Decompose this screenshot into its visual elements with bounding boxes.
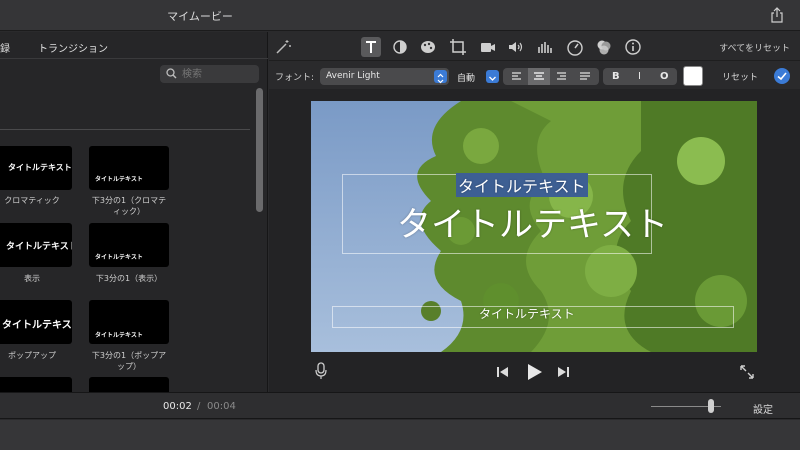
bold-button[interactable]: B	[612, 71, 620, 82]
chevron-down-icon	[486, 70, 499, 83]
volume-icon[interactable]	[506, 37, 526, 57]
font-size-value: 自動	[457, 74, 476, 84]
title-thumb-chromatic[interactable]: タイトルテキスト	[0, 146, 72, 190]
browser-tabs: 録 トランジション	[0, 32, 268, 59]
title-text-large[interactable]: タイトルテキスト	[397, 197, 668, 246]
skip-forward-icon[interactable]	[556, 364, 572, 380]
search-icon	[166, 68, 177, 79]
thumb-text: タイトルテキスト	[6, 242, 72, 252]
align-justify-button[interactable]	[574, 68, 596, 85]
align-right-button[interactable]	[551, 68, 573, 85]
align-left-icon	[512, 72, 521, 80]
title-text-lower[interactable]: タイトルテキスト	[479, 305, 575, 322]
time-separator: /	[197, 401, 201, 412]
browser-scrollbar[interactable]	[256, 88, 263, 212]
title-thumb-lower-third-chromatic[interactable]: タイトルテキスト	[89, 146, 169, 190]
crop-icon[interactable]	[448, 37, 468, 57]
font-value: Avenir Light	[326, 71, 380, 81]
thumb-text: タイトルテキスト	[95, 254, 143, 261]
microphone-icon[interactable]	[314, 362, 328, 380]
tab-transitions[interactable]: トランジション	[38, 40, 108, 55]
checkmark-icon	[777, 72, 787, 81]
thumb-text: タイトルテキス	[2, 320, 72, 331]
align-left-button[interactable]	[505, 68, 527, 85]
info-icon[interactable]	[623, 37, 643, 57]
zoom-slider-knob[interactable]	[708, 399, 714, 413]
title-thumb-reveal[interactable]: タイトルテキスト	[0, 223, 72, 267]
content-browser: 録 トランジション タイトルテキスト クロマティック タイトルテキスト 下3分の…	[0, 32, 268, 397]
title-label: クロマティック	[4, 196, 60, 205]
stabilization-icon[interactable]	[477, 37, 497, 57]
equalizer-icon[interactable]	[535, 37, 555, 57]
apply-checkmark-button[interactable]	[774, 68, 790, 84]
title-thumb-popup[interactable]: タイトルテキス	[0, 300, 72, 344]
play-icon[interactable]	[524, 362, 544, 382]
font-label: フォント:	[275, 73, 315, 83]
title-bar: マイムービー	[0, 0, 800, 31]
title-thumb-lower-third-popup[interactable]: タイトルテキスト	[89, 300, 169, 344]
align-center-button[interactable]	[528, 68, 550, 85]
title-text-small[interactable]: タイトルテキスト	[456, 173, 588, 197]
window-title: マイムービー	[167, 10, 233, 23]
fullscreen-icon[interactable]	[739, 364, 755, 380]
outline-button[interactable]: O	[660, 71, 669, 82]
settings-button[interactable]: 設定	[753, 401, 773, 416]
current-time: 00:02	[163, 401, 192, 412]
thumb-text: タイトルテキスト	[95, 332, 143, 339]
text-color-well[interactable]	[683, 66, 703, 86]
filter-icon[interactable]	[594, 37, 614, 57]
italic-button[interactable]: I	[638, 71, 641, 82]
title-thumb-lower-third-reveal[interactable]: タイトルテキスト	[89, 223, 169, 267]
color-correction-icon[interactable]	[418, 37, 438, 57]
tab-titles[interactable]: 録	[0, 40, 10, 55]
timecode-bar: 00:02 / 00:04 設定	[0, 392, 800, 419]
timeline[interactable]	[0, 420, 800, 450]
color-balance-icon[interactable]	[390, 37, 410, 57]
align-right-icon	[557, 72, 566, 80]
share-icon[interactable]	[770, 7, 784, 23]
alignment-group	[503, 68, 599, 85]
align-center-icon	[534, 72, 544, 80]
search-input[interactable]	[182, 67, 256, 81]
font-size-select[interactable]: 自動	[455, 68, 499, 85]
thumb-text: タイトルテキスト	[8, 163, 72, 172]
title-label: 下3分の1（ポップアップ）	[91, 351, 167, 371]
title-label: 下3分の1（表示）	[95, 274, 163, 283]
align-justify-icon	[580, 72, 590, 80]
font-bar: フォント: Avenir Light 自動 B I O リセット	[269, 62, 800, 89]
skip-back-icon[interactable]	[494, 364, 510, 380]
chevron-updown-icon	[434, 70, 447, 84]
reset-all-button[interactable]: すべてをリセット	[719, 41, 790, 54]
title-label: 表示	[24, 274, 40, 283]
video-preview[interactable]: タイトルテキスト タイトルテキスト タイトルテキスト	[311, 101, 757, 352]
title-text-icon[interactable]	[361, 37, 381, 57]
title-label: 下3分の1（クロマティック）	[91, 196, 167, 216]
adjustments-toolbar: すべてをリセット	[269, 32, 800, 61]
speed-icon[interactable]	[565, 37, 585, 57]
thumb-text: タイトルテキスト	[95, 176, 143, 183]
total-time: 00:04	[207, 401, 236, 412]
title-label: ポップアップ	[8, 351, 56, 360]
reset-button[interactable]: リセット	[722, 70, 758, 83]
divider	[0, 129, 250, 130]
magic-wand-icon[interactable]	[273, 37, 293, 57]
font-select[interactable]: Avenir Light	[320, 68, 449, 85]
search-field[interactable]	[160, 65, 259, 83]
style-group: B I O	[603, 68, 677, 85]
